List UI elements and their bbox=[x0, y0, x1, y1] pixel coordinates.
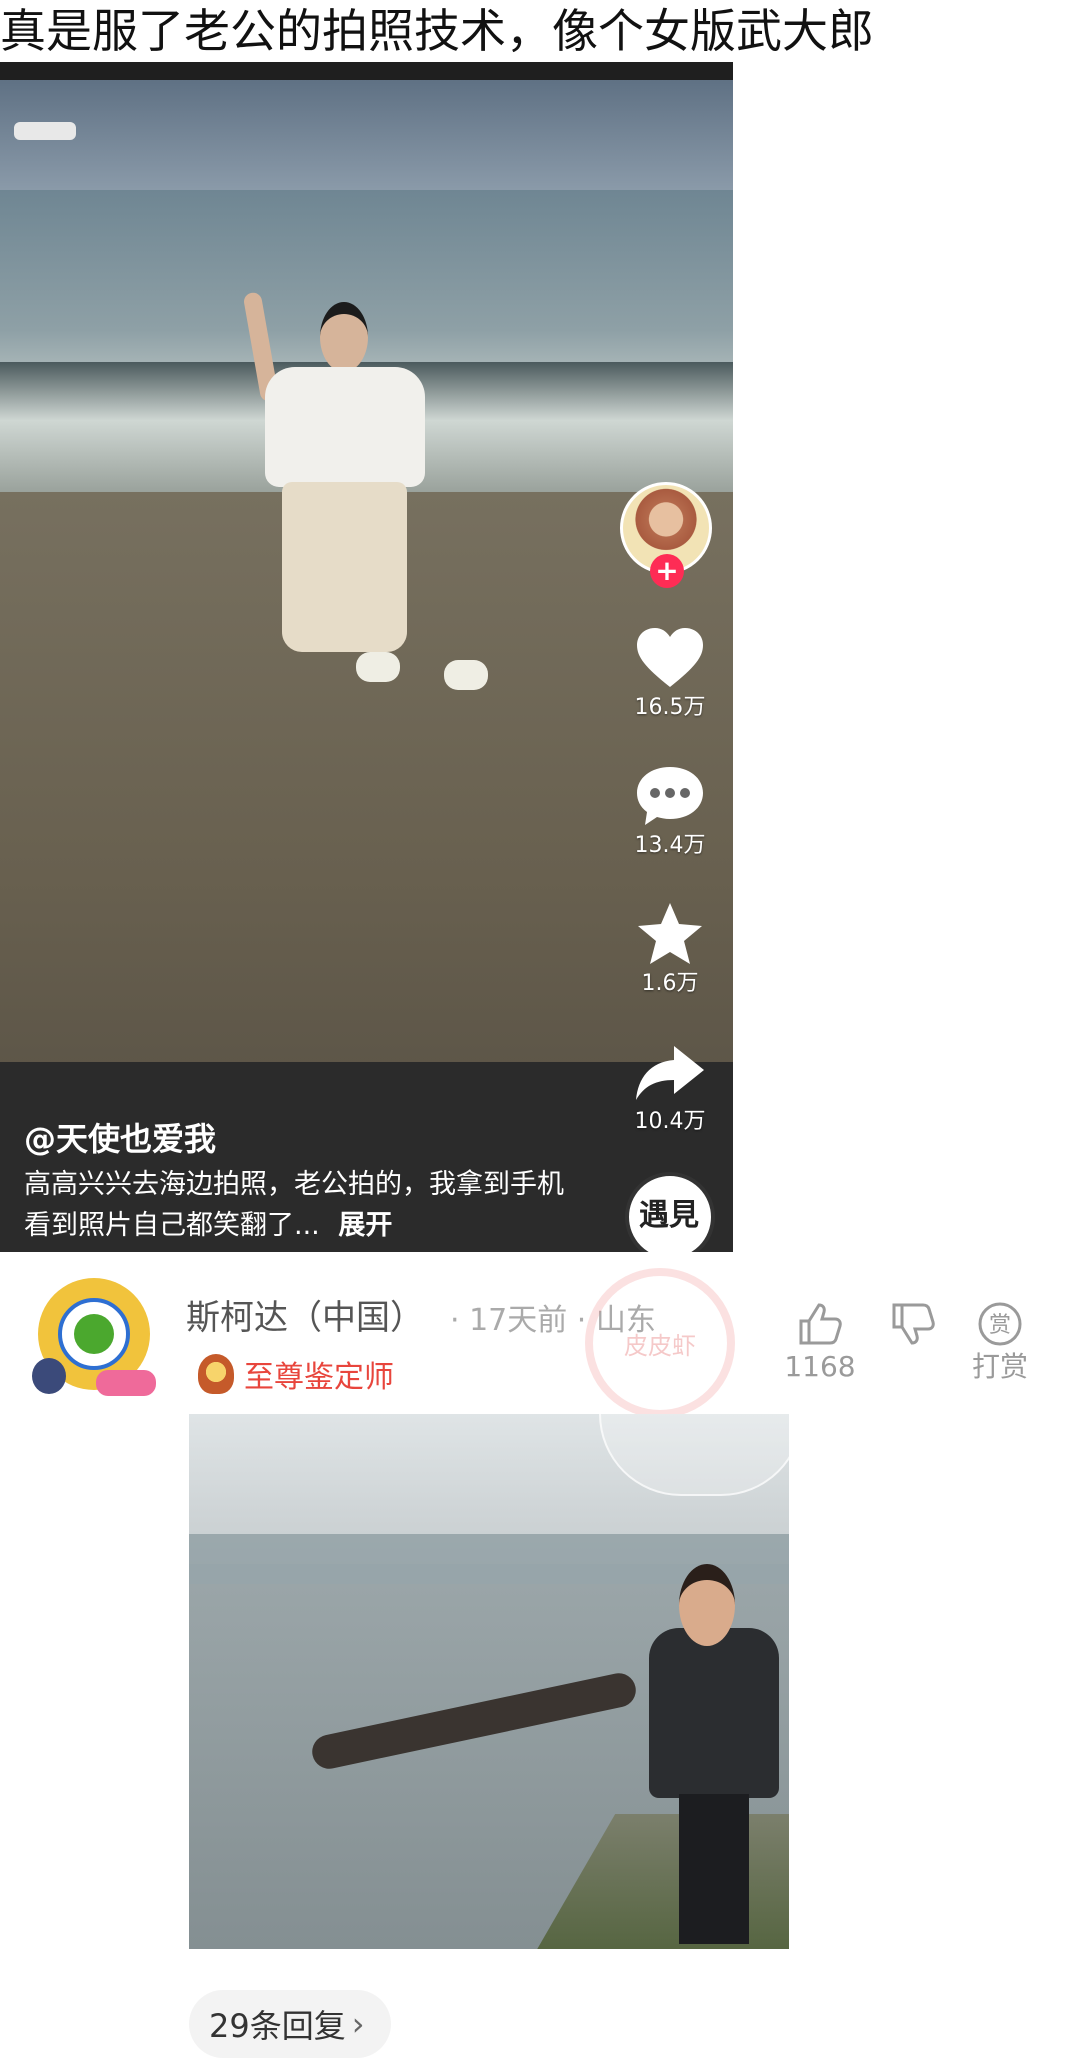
comment-button[interactable]: 13.4万 bbox=[620, 760, 720, 860]
watermark-stamp: 皮皮虾 bbox=[585, 1268, 735, 1418]
comment-count: 13.4万 bbox=[634, 833, 706, 858]
thumbs-up-icon bbox=[775, 1298, 865, 1350]
comment-like-count: 1168 bbox=[784, 1350, 856, 1383]
photo-woman-figure bbox=[644, 1564, 784, 1949]
video-action-rail: + 16.5万 13.4万 1.6万 10.4万 bbox=[620, 62, 733, 1252]
video-card[interactable]: + 16.5万 13.4万 1.6万 10.4万 @天使也爱我 高高兴兴去海边拍… bbox=[0, 62, 733, 1252]
video-boat bbox=[14, 122, 76, 140]
heart-icon bbox=[620, 622, 720, 694]
commenter-avatar[interactable] bbox=[30, 1270, 160, 1400]
skoda-logo-icon bbox=[74, 1314, 114, 1354]
share-count: 10.4万 bbox=[634, 1109, 706, 1134]
commenter-name[interactable]: 斯柯达（中国） bbox=[186, 1290, 424, 1339]
reward-label: 打赏 bbox=[971, 1350, 1028, 1383]
reward-button[interactable]: 赏 打赏 bbox=[955, 1298, 1045, 1384]
replies-label: 29条回复 bbox=[209, 2007, 346, 2045]
avatar-car-icon bbox=[96, 1370, 156, 1396]
avatar-mascot-icon bbox=[32, 1358, 66, 1394]
reward-icon: 赏 bbox=[955, 1298, 1045, 1350]
reward-icon-text: 赏 bbox=[989, 1313, 1011, 1338]
share-button[interactable]: 10.4万 bbox=[620, 1036, 720, 1136]
like-button[interactable]: 16.5万 bbox=[620, 622, 720, 722]
badge-label: 至尊鉴定师 bbox=[244, 1360, 394, 1395]
video-author-name[interactable]: @天使也爱我 bbox=[24, 1114, 216, 1160]
video-caption: 高高兴兴去海边拍照，老公拍的，我拿到手机看到照片自己都笑翻了... 展开 bbox=[24, 1164, 564, 1246]
thumbs-down-icon bbox=[868, 1298, 958, 1350]
comment-bubble-icon bbox=[620, 760, 720, 832]
user-badge: 至尊鉴定师 bbox=[198, 1352, 394, 1396]
expand-caption-button[interactable]: 展开 bbox=[338, 1210, 392, 1241]
like-count: 16.5万 bbox=[634, 695, 706, 720]
medal-icon bbox=[198, 1354, 234, 1394]
post-title: 真是服了老公的拍照技术，像个女版武大郎 bbox=[0, 4, 874, 58]
creator-avatar[interactable]: + bbox=[620, 482, 720, 588]
video-caption-text: 高高兴兴去海边拍照，老公拍的，我拿到手机看到照片自己都笑翻了... bbox=[24, 1169, 564, 1241]
favorite-count: 1.6万 bbox=[641, 971, 699, 996]
follow-button[interactable]: + bbox=[650, 554, 684, 588]
music-seal-logo: 遇見 bbox=[639, 1198, 699, 1233]
music-disc[interactable]: 遇見 bbox=[625, 1172, 715, 1252]
favorite-button[interactable]: 1.6万 bbox=[620, 898, 720, 998]
chevron-right-icon: › bbox=[351, 2005, 365, 2043]
share-arrow-icon bbox=[620, 1036, 720, 1108]
star-icon bbox=[620, 898, 720, 970]
comment-photo[interactable] bbox=[189, 1414, 789, 1949]
comment-dislike-button[interactable] bbox=[868, 1298, 958, 1350]
slipper-right bbox=[444, 660, 488, 690]
comment-like-button[interactable]: 1168 bbox=[775, 1298, 865, 1384]
slipper-left bbox=[356, 652, 400, 682]
video-woman-figure bbox=[242, 232, 440, 652]
view-replies-button[interactable]: 29条回复 › bbox=[189, 1990, 391, 2058]
watermark-text: 皮皮虾 bbox=[624, 1332, 696, 1360]
